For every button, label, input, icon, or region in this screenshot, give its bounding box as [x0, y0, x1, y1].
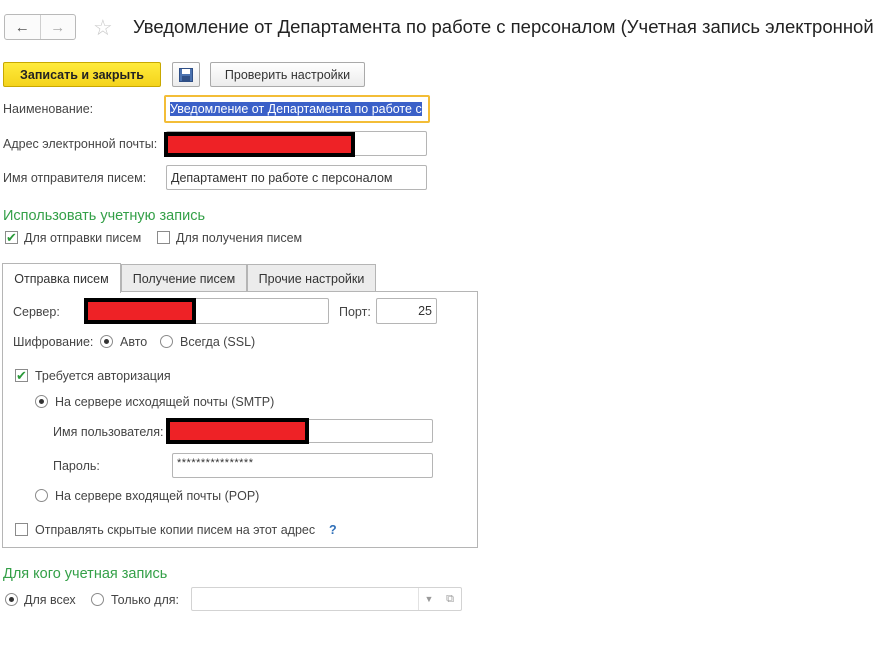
- owner-only-label[interactable]: Только для:: [111, 593, 179, 607]
- email-label: Адрес электронной почты:: [3, 137, 158, 151]
- floppy-disk-icon: [179, 67, 193, 82]
- forward-button[interactable]: →: [39, 15, 76, 39]
- star-icon[interactable]: ☆: [93, 15, 113, 41]
- tab-other-settings[interactable]: Прочие настройки: [247, 264, 376, 292]
- owner-all-label[interactable]: Для всех: [24, 593, 76, 607]
- dropdown-arrow-icon[interactable]: ▼: [418, 588, 439, 610]
- receive-mail-checkbox[interactable]: [157, 231, 170, 244]
- smtp-auth-label[interactable]: На сервере исходящей почты (SMTP): [55, 395, 274, 409]
- smtp-auth-radio[interactable]: [35, 395, 48, 408]
- bcc-label[interactable]: Отправлять скрытые копии писем на этот а…: [35, 523, 315, 537]
- encryption-label: Шифрование:: [13, 335, 94, 349]
- send-mail-checkbox[interactable]: ✔: [5, 231, 18, 244]
- name-label: Наименование:: [3, 102, 94, 116]
- owner-all-radio[interactable]: [5, 593, 18, 606]
- bcc-help-link[interactable]: ?: [329, 523, 337, 537]
- name-field-value: Уведомление от Департамента по работе с: [170, 102, 422, 116]
- owner-only-radio[interactable]: [91, 593, 104, 606]
- open-form-icon[interactable]: ⧉: [440, 588, 460, 610]
- save-button[interactable]: [172, 62, 200, 87]
- navigation-buttons: ← →: [4, 14, 76, 40]
- use-account-heading: Использовать учетную запись: [3, 208, 206, 224]
- page-title: Уведомление от Департамента по работе с …: [133, 16, 874, 37]
- owner-select[interactable]: ▼ ⧉: [191, 587, 462, 611]
- sender-name-field[interactable]: Департамент по работе с персоналом: [166, 165, 427, 190]
- tab-sending[interactable]: Отправка писем: [2, 263, 121, 293]
- bcc-checkbox[interactable]: [15, 523, 28, 536]
- username-redaction: [166, 418, 309, 444]
- server-redaction: [84, 298, 196, 324]
- username-label: Имя пользователя:: [53, 425, 164, 439]
- pop-auth-radio[interactable]: [35, 489, 48, 502]
- back-button[interactable]: ←: [5, 15, 40, 39]
- encryption-ssl-label[interactable]: Всегда (SSL): [180, 335, 255, 349]
- auth-required-checkbox[interactable]: ✔: [15, 369, 28, 382]
- sender-name-label: Имя отправителя писем:: [3, 171, 147, 185]
- check-settings-button[interactable]: Проверить настройки: [210, 62, 365, 87]
- send-mail-label[interactable]: Для отправки писем: [24, 231, 141, 245]
- arrow-left-icon: ←: [14, 18, 30, 36]
- arrow-right-icon: →: [50, 18, 66, 36]
- encryption-ssl-radio[interactable]: [160, 335, 173, 348]
- email-redaction: [164, 132, 355, 157]
- receive-mail-label[interactable]: Для получения писем: [176, 231, 302, 245]
- encryption-auto-radio[interactable]: [100, 335, 113, 348]
- pop-auth-label[interactable]: На сервере входящей почты (POP): [55, 489, 259, 503]
- port-label: Порт:: [339, 305, 371, 319]
- tab-receiving[interactable]: Получение писем: [121, 264, 247, 292]
- encryption-auto-label[interactable]: Авто: [120, 335, 147, 349]
- name-field[interactable]: Уведомление от Департамента по работе с: [164, 95, 430, 123]
- port-field[interactable]: 25: [376, 298, 437, 324]
- auth-required-label[interactable]: Требуется авторизация: [35, 369, 171, 383]
- server-label: Сервер:: [13, 305, 60, 319]
- owner-heading: Для кого учетная запись: [3, 566, 168, 582]
- password-field[interactable]: ****************: [172, 453, 433, 478]
- password-label: Пароль:: [53, 459, 100, 473]
- save-and-close-button[interactable]: Записать и закрыть: [3, 62, 161, 87]
